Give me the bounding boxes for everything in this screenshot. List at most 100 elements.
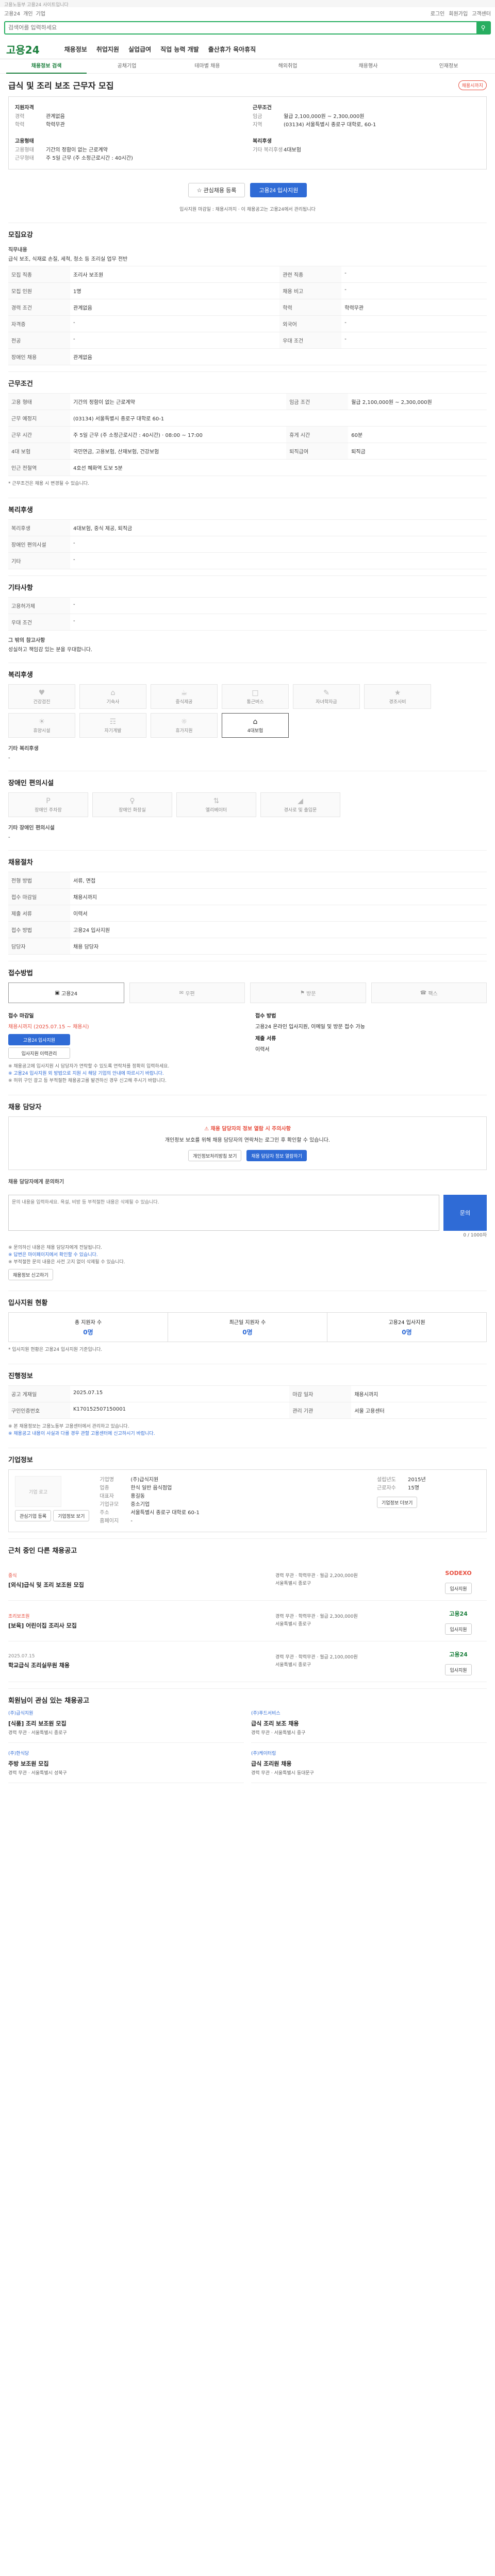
- table-key: 전형 방법: [8, 872, 70, 889]
- gnb-item-jobs[interactable]: 채용정보: [64, 45, 87, 54]
- list-item[interactable]: (주)푸드서비스 급식 조리 보조 채용 경력 무관 · 서울특별시 중구: [251, 1710, 487, 1743]
- table-key: 근무 시간: [8, 426, 70, 443]
- table-value: 채용 담당자: [70, 938, 487, 955]
- gnb-item-support[interactable]: 취업지원: [96, 45, 119, 54]
- table-value: 학력무관: [341, 299, 487, 316]
- table-value: 채용시까지: [70, 888, 487, 905]
- list-item[interactable]: (주)한식당 주방 보조원 모집 경력 무관 · 서울특별시 성북구: [8, 1750, 244, 1783]
- table-value: -: [70, 597, 487, 614]
- stat-value: 0명: [242, 1329, 253, 1336]
- qna-label-wrap: 채용 담당자에게 문의하기: [8, 1176, 487, 1190]
- apply-online-button[interactable]: 고용24 입사지원: [8, 1034, 70, 1045]
- top-link-company[interactable]: 기업: [36, 9, 45, 17]
- table-key: 관련 직종: [279, 266, 342, 283]
- facility-card: ★ 경조사비: [364, 684, 431, 709]
- rec-corp-logo: 고용24: [449, 1651, 468, 1658]
- rec-apply-button[interactable]: 입사지원: [445, 1664, 472, 1675]
- list-item[interactable]: 2025.07.15 학교급식 조리실무원 채용 경력 무관 · 학력무관 · …: [8, 1641, 487, 1682]
- company-value: 홍길동: [130, 1494, 145, 1499]
- job-desc: 직무내용 급식 보조, 식재료 손질, 세척, 청소 등 조리실 업무 전반: [8, 244, 487, 266]
- top-link-personal[interactable]: 개인: [23, 9, 32, 17]
- company-row: 업종 한식 일반 음식점업: [100, 1484, 367, 1493]
- signup-link[interactable]: 회원가입: [449, 9, 468, 17]
- table-value: K170152507150001: [70, 1402, 290, 1419]
- facility-label: 휴가지원: [175, 728, 193, 734]
- rec-title[interactable]: [외식]급식 및 조리 보조원 모집: [8, 1581, 265, 1589]
- subnav-tab-events[interactable]: 채용행사: [328, 59, 408, 74]
- search-input[interactable]: [5, 22, 476, 33]
- subnav-tab-public[interactable]: 공채기업: [87, 59, 167, 74]
- table-key: 휴게 시간: [286, 426, 349, 443]
- extra-section: 기타사항 고용허가제 - 우대 조건 - 그 밖의 참고사항 성실하고 책임감 있는…: [8, 575, 487, 663]
- fav-title[interactable]: 주방 보조원 모집: [8, 1760, 244, 1768]
- fav-title[interactable]: 급식 조리원 채용: [251, 1760, 487, 1768]
- job-title: 급식 및 조리 보조 근무자 모집: [8, 81, 114, 91]
- summary-heading: 지원자격: [15, 105, 34, 111]
- subnav-tab-talent[interactable]: 인재정보: [408, 59, 489, 74]
- company-more-button[interactable]: 기업정보 더보기: [377, 1497, 418, 1508]
- subnav-tab-overseas[interactable]: 해외취업: [248, 59, 328, 74]
- subnav-tab-search[interactable]: 채용정보 검색: [6, 59, 87, 74]
- rec-title[interactable]: [보육] 어린이집 조리사 모집: [8, 1621, 265, 1630]
- contact-section: 채용 담당자 ⚠ 채용 담당자의 정보 열람 시 주의사항 개인정보 보호를 위…: [8, 1095, 487, 1291]
- help-link[interactable]: 고객센터: [472, 9, 491, 17]
- view-contact-button[interactable]: 채용 담당자 정보 열람하기: [246, 1150, 307, 1161]
- qna-textarea[interactable]: [8, 1195, 439, 1231]
- top-bar: 고용24 개인 기업 로그인 회원가입 고객센터: [0, 7, 495, 19]
- table-row: 담당자 채용 담당자: [8, 938, 487, 955]
- company-logo: 기업 로고: [15, 1476, 61, 1507]
- list-item[interactable]: (주)케이터링 급식 조리원 채용 경력 무관 · 서울특별시 동대문구: [251, 1750, 487, 1783]
- fav-corp: (주)급식지원: [8, 1711, 34, 1716]
- job-title-row: 급식 및 조리 보조 근무자 모집 채용시까지: [8, 74, 487, 96]
- table-key: 관리 기관: [289, 1402, 352, 1419]
- fav-title[interactable]: 급식 조리 보조 채용: [251, 1720, 487, 1727]
- subnav-tab-theme[interactable]: 테마별 채용: [167, 59, 248, 74]
- report-button[interactable]: 채용정보 신고하기: [8, 1269, 53, 1280]
- rec-apply-button[interactable]: 입사지원: [445, 1623, 472, 1635]
- table-value: 60분: [348, 426, 487, 443]
- method-card: ✉ 우편: [129, 982, 245, 1003]
- company-section: 기업정보 기업 로고 관심기업 등록 기업정보 보기 기업명 (주)급식지원 업종…: [8, 1448, 487, 1538]
- dorm-icon: ⌂: [110, 688, 116, 697]
- gnb-item-leave[interactable]: 출산휴가 육아휴직: [208, 45, 256, 54]
- fav-title[interactable]: [식품] 조리 보조원 모집: [8, 1720, 244, 1727]
- disabled-note: 기타 장애인 편의시설 -: [8, 817, 487, 844]
- apply-history-button[interactable]: 입사지원 이력관리: [8, 1047, 70, 1059]
- save-job-button[interactable]: ☆ 관심채용 등록: [188, 183, 245, 197]
- login-link[interactable]: 로그인: [431, 9, 445, 17]
- list-item[interactable]: (주)급식지원 [식품] 조리 보조원 모집 경력 무관 · 서울특별시 종로구: [8, 1710, 244, 1743]
- method-label: 고용24: [61, 991, 78, 997]
- table-row: 공고 게재일 2025.07.15 마감 일자 채용시까지: [8, 1385, 487, 1402]
- facility-label: 자녀학자금: [316, 699, 337, 705]
- company-row: 설립년도 2015년: [377, 1476, 480, 1484]
- contact-notes: ※ 문의하신 내용은 채용 담당자에게 전달됩니다. ※ 답변은 마이페이지에서…: [8, 1240, 487, 1284]
- gnb-item-benefit[interactable]: 실업급여: [128, 45, 151, 54]
- search-icon[interactable]: ⚲: [476, 22, 490, 33]
- favorite-company-button[interactable]: 관심기업 등록: [15, 1510, 52, 1521]
- table-key: 근무 예정지: [8, 410, 70, 427]
- stat-item: 총 지원자 수 0명: [9, 1313, 168, 1342]
- privacy-policy-button[interactable]: 개인정보처리방침 보기: [188, 1150, 242, 1161]
- qna-label: 채용 담당자에게 문의하기: [8, 1179, 64, 1185]
- disabled-note-label: 기타 장애인 편의시설: [8, 825, 55, 831]
- apply-button[interactable]: 고용24 입사지원: [250, 183, 307, 197]
- summary-value: 기간의 정함이 없는 근로계약: [46, 147, 108, 153]
- apply-method-text: 고용24 온라인 입사지원, 이메일 및 방문 접수 가능: [255, 1024, 365, 1030]
- rec-apply-button[interactable]: 입사지원: [445, 1583, 472, 1594]
- site-logo[interactable]: 고용24: [6, 42, 40, 57]
- list-item[interactable]: 조리보조원 [보육] 어린이집 조리사 모집 경력 무관 · 학력무관 · 월급…: [8, 1601, 487, 1641]
- company-box: 기업 로고 관심기업 등록 기업정보 보기 기업명 (주)급식지원 업종 한식 일반…: [8, 1469, 487, 1532]
- list-item[interactable]: 중식 [외식]급식 및 조리 보조원 모집 경력 무관 · 학력무관 · 월급 …: [8, 1560, 487, 1601]
- company-key: 설립년도: [377, 1477, 396, 1483]
- table-value: 조리사 보조원: [70, 266, 280, 283]
- gnb-item-training[interactable]: 직업 능력 개발: [160, 45, 199, 54]
- qna-submit-button[interactable]: 문의: [443, 1195, 487, 1231]
- recruit-table: 모집 직종 조리사 보조원 관련 직종 - 모집 인원 1명 채용 비고 - 경력 조건 관계…: [8, 266, 487, 365]
- top-link-home[interactable]: 고용24: [4, 9, 20, 17]
- company-info-button[interactable]: 기업정보 보기: [53, 1510, 90, 1521]
- table-key: 퇴직급여: [286, 443, 349, 460]
- method-card: ☎ 팩스: [371, 982, 487, 1003]
- table-key: 자격증: [8, 315, 70, 332]
- rec-right: SODEXO 입사지원: [430, 1566, 487, 1594]
- rec-title[interactable]: 학교급식 조리실무원 채용: [8, 1661, 265, 1669]
